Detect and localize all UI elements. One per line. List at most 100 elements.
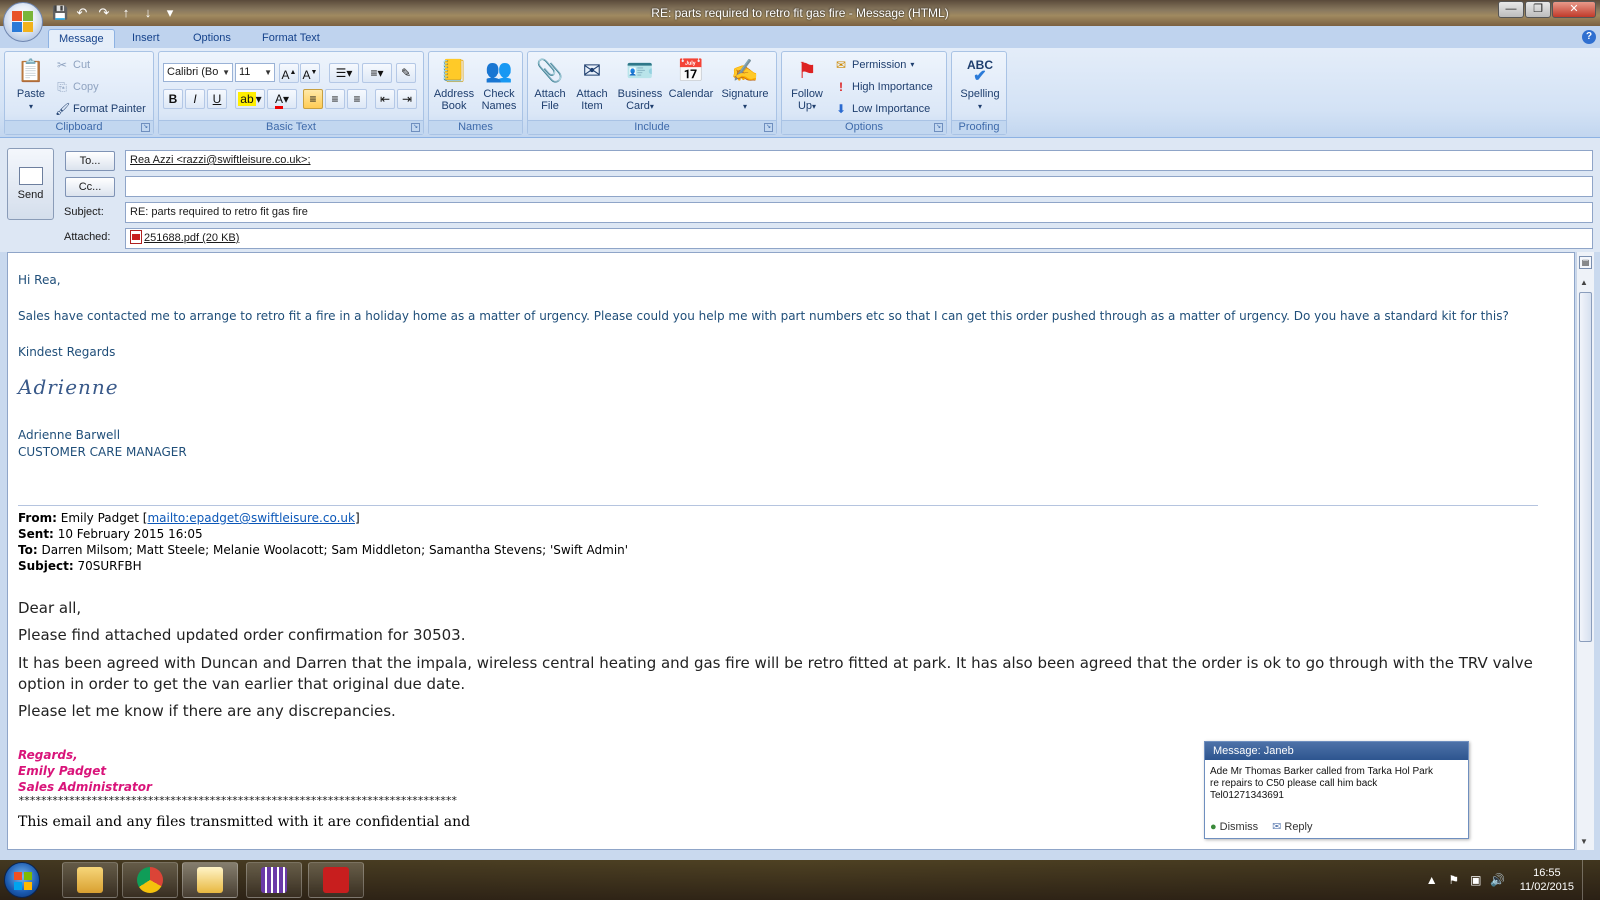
clipboard-launcher-icon[interactable]: ↘ (141, 123, 150, 132)
permission-button[interactable]: ✉ Permission ▾ (834, 56, 914, 74)
to-field[interactable]: Rea Azzi <razzi@swiftleisure.co.uk>; (125, 150, 1593, 171)
check-names-icon: 👥 (485, 58, 513, 83)
quote-divider (18, 505, 1538, 506)
show-hidden-icons-icon[interactable]: ▲ (1424, 873, 1440, 887)
notification-title: Message: Janeb (1205, 742, 1468, 760)
scroll-down-icon[interactable]: ▼ (1580, 837, 1588, 846)
address-book-icon: 📒 (440, 58, 468, 83)
tab-insert[interactable]: Insert (122, 29, 170, 48)
align-right-button[interactable]: ≡ (347, 89, 367, 109)
low-importance-button[interactable]: ⬇ Low Importance (834, 100, 930, 118)
send-button[interactable]: Send (7, 148, 54, 220)
quoted-line2b: option in order to get the van earlier t… (18, 675, 466, 693)
check-names-button[interactable]: 👥 Check Names (477, 56, 521, 113)
clock[interactable]: 16:55 11/02/2015 (1520, 866, 1574, 894)
ruler-toggle-icon[interactable]: ▤ (1579, 256, 1592, 269)
attach-item-button[interactable]: ✉ Attach Item (572, 56, 612, 113)
tab-format-text[interactable]: Format Text (252, 29, 330, 48)
action-center-flag-icon[interactable]: ⚑ (1446, 873, 1462, 887)
volume-icon[interactable]: 🔊 (1490, 873, 1506, 887)
taskbar-app-grid[interactable] (246, 862, 302, 898)
cc-field[interactable] (125, 176, 1593, 197)
business-card-button[interactable]: 🪪 Business Card▾ (616, 56, 664, 113)
mailto-link[interactable]: mailto:epadget@swiftleisure.co.uk (147, 511, 354, 525)
close-button[interactable]: ✕ (1552, 1, 1596, 18)
acrobat-icon (323, 867, 349, 893)
follow-up-button[interactable]: ⚑ Follow Up▾ (785, 56, 829, 113)
reply-button[interactable]: ✉ Reply (1272, 820, 1312, 834)
notification-line: re repairs to C50 please call him back (1210, 778, 1378, 789)
taskbar-explorer[interactable] (62, 862, 118, 898)
taskbar-outlook[interactable] (182, 862, 238, 898)
signature-button[interactable]: ✍ Signature ▾ (718, 56, 772, 113)
paste-button[interactable]: 📋 Paste ▾ (11, 56, 51, 113)
tab-message[interactable]: Message (48, 29, 115, 48)
business-card-icon: 🪪 (626, 58, 654, 83)
scroll-thumb[interactable] (1579, 292, 1592, 642)
network-icon[interactable]: ▣ (1468, 873, 1484, 887)
calendar-button[interactable]: 📅 Calendar (666, 56, 716, 101)
attachment-link[interactable]: 251688.pdf (20 KB) (144, 232, 239, 244)
taskbar-chrome[interactable] (122, 862, 178, 898)
taskbar: ▲ ⚑ ▣ 🔊 16:55 11/02/2015 (0, 860, 1600, 900)
numbering-button[interactable]: ≡▾ (362, 63, 392, 83)
highlight-button[interactable]: ab ▾ (235, 89, 265, 109)
font-size-combo[interactable]: 11 ▼ (235, 63, 275, 82)
basic-text-launcher-icon[interactable]: ↘ (411, 123, 420, 132)
grow-font-button[interactable]: A▲ (279, 63, 299, 83)
attach-file-button[interactable]: 📎 Attach File (530, 56, 570, 113)
help-icon[interactable]: ? (1582, 30, 1596, 44)
bold-button[interactable]: B (163, 89, 183, 109)
font-name-combo[interactable]: Calibri (Bo ▼ (163, 63, 233, 82)
bullets-button[interactable]: ☰▾ (329, 63, 359, 83)
cc-button[interactable]: Cc... (65, 177, 115, 197)
office-button[interactable] (3, 2, 43, 42)
taskbar-acrobat[interactable] (308, 862, 364, 898)
start-button[interactable] (4, 862, 40, 898)
quoted-line1: Please find attached updated order confi… (18, 626, 466, 644)
options-launcher-icon[interactable]: ↘ (934, 123, 943, 132)
clear-formatting-button[interactable]: ✎ (396, 63, 416, 83)
scroll-up-icon[interactable]: ▲ (1580, 278, 1588, 287)
format-painter-button[interactable]: 🖌 Format Painter (55, 100, 146, 118)
increase-indent-button[interactable]: ⇥ (397, 89, 417, 109)
address-book-button[interactable]: 📒 Address Book (432, 56, 476, 113)
quoted-subject: Subject: 70SURFBH (18, 559, 142, 573)
subject-field[interactable]: RE: parts required to retro fit gas fire (125, 202, 1593, 223)
copy-button[interactable]: ⎘ Copy (55, 78, 99, 96)
quoted-line3: Please let me know if there are any disc… (18, 702, 396, 720)
spelling-button[interactable]: ABC ✔ Spelling ▾ (955, 56, 1005, 113)
font-color-button[interactable]: A▾ (267, 89, 297, 109)
windows-logo-icon (14, 872, 32, 890)
chrome-icon (137, 867, 163, 893)
quoted-regards: Regards, (18, 748, 78, 762)
tab-options[interactable]: Options (183, 29, 241, 48)
new-mail-notification[interactable]: Message: Janeb Ade Mr Thomas Barker call… (1204, 741, 1469, 839)
calendar-icon: 📅 (677, 58, 705, 83)
maximize-button[interactable]: ❐ (1525, 1, 1551, 18)
quoted-name: Emily Padget (18, 764, 107, 778)
to-button[interactable]: To... (65, 151, 115, 171)
minimize-button[interactable]: — (1498, 1, 1524, 18)
clipboard-group: 📋 Paste ▾ ✂ Cut ⎘ Copy 🖌 Format Painter Clip… (4, 51, 154, 135)
shrink-font-button[interactable]: A▼ (300, 63, 320, 83)
underline-button[interactable]: U (207, 89, 227, 109)
show-desktop-button[interactable] (1582, 860, 1596, 900)
align-left-button[interactable]: ≡ (303, 89, 323, 109)
body-paragraph: Sales have contacted me to arrange to re… (18, 309, 1509, 323)
pdf-icon (130, 230, 142, 244)
dismiss-button[interactable]: ● Dismiss (1210, 820, 1258, 833)
align-center-button[interactable]: ≡ (325, 89, 345, 109)
italic-button[interactable]: I (185, 89, 205, 109)
include-launcher-icon[interactable]: ↘ (764, 123, 773, 132)
decrease-indent-button[interactable]: ⇤ (375, 89, 395, 109)
ribbon-tabs: Message Insert Options Format Text (0, 26, 1600, 48)
high-importance-button[interactable]: ! High Importance (834, 78, 933, 96)
to-recipient[interactable]: Rea Azzi <razzi@swiftleisure.co.uk>; (130, 154, 311, 166)
quoted-line2a: It has been agreed with Duncan and Darre… (18, 654, 1533, 672)
attachment-field[interactable]: 251688.pdf (20 KB) (125, 228, 1593, 249)
options-group-label: Options (782, 120, 946, 134)
proofing-group: ABC ✔ Spelling ▾ Proofing (951, 51, 1007, 135)
vertical-scrollbar[interactable]: ▤ ▲ ▼ (1576, 252, 1594, 850)
cut-button[interactable]: ✂ Cut (55, 56, 90, 74)
